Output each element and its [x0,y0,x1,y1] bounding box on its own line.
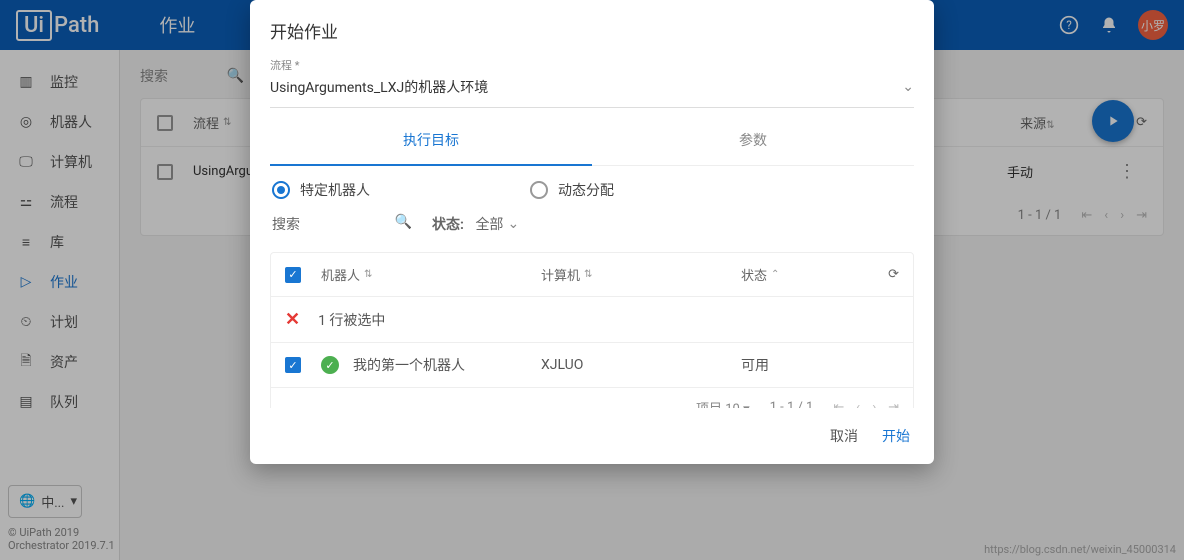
selection-info: ✕ 1 行被选中 [271,296,913,342]
select-all-robots-checkbox[interactable]: ✓ [285,267,301,283]
tab-params[interactable]: 参数 [592,116,914,166]
check-circle-icon: ✓ [321,356,339,374]
start-button[interactable]: 开始 [882,426,910,446]
robot-pagination: 项目 10 ▾ 1 - 1 / 1 ⇤ ‹ › ⇥ [271,387,913,408]
robot-search-input[interactable]: 搜索🔍 [272,214,412,234]
row-checkbox[interactable]: ✓ [285,357,301,373]
modal-overlay: 开始作业 流程 * UsingArguments_LXJ的机器人环境⌄ 执行目标… [0,0,1184,560]
robots-table: ✓ 机器人⇅ 计算机⇅ 状态⌃ ⟳ ✕ 1 行被选中 ✓ ✓我的第一个机器人 X… [270,252,914,408]
status-filter[interactable]: 状态: 全部⌄ [432,214,519,234]
dialog-title: 开始作业 [250,0,934,57]
search-icon: 🔍 [395,214,412,234]
first-page-icon[interactable]: ⇤ [833,400,844,408]
tab-target[interactable]: 执行目标 [270,116,592,166]
clear-selection-icon[interactable]: ✕ [285,309,300,330]
robot-row[interactable]: ✓ ✓我的第一个机器人 XJLUO 可用 [271,342,913,387]
radio-specific[interactable]: 特定机器人 [272,180,370,200]
radio-dynamic[interactable]: 动态分配 [530,180,614,200]
refresh-icon[interactable]: ⟳ [888,267,899,282]
chevron-down-icon: ⌄ [902,79,914,95]
chevron-down-icon: ⌄ [507,216,519,232]
start-job-dialog: 开始作业 流程 * UsingArguments_LXJ的机器人环境⌄ 执行目标… [250,0,934,464]
prev-page-icon[interactable]: ‹ [856,400,860,408]
process-field-label: 流程 * [270,57,914,73]
last-page-icon[interactable]: ⇥ [888,400,899,408]
col-robot[interactable]: 机器人⇅ [321,265,541,284]
process-select[interactable]: UsingArguments_LXJ的机器人环境⌄ [270,73,914,108]
col-computer[interactable]: 计算机⇅ [541,265,741,284]
col-state[interactable]: 状态⌃ [741,265,821,284]
next-page-icon[interactable]: › [872,400,876,408]
cancel-button[interactable]: 取消 [830,426,858,446]
